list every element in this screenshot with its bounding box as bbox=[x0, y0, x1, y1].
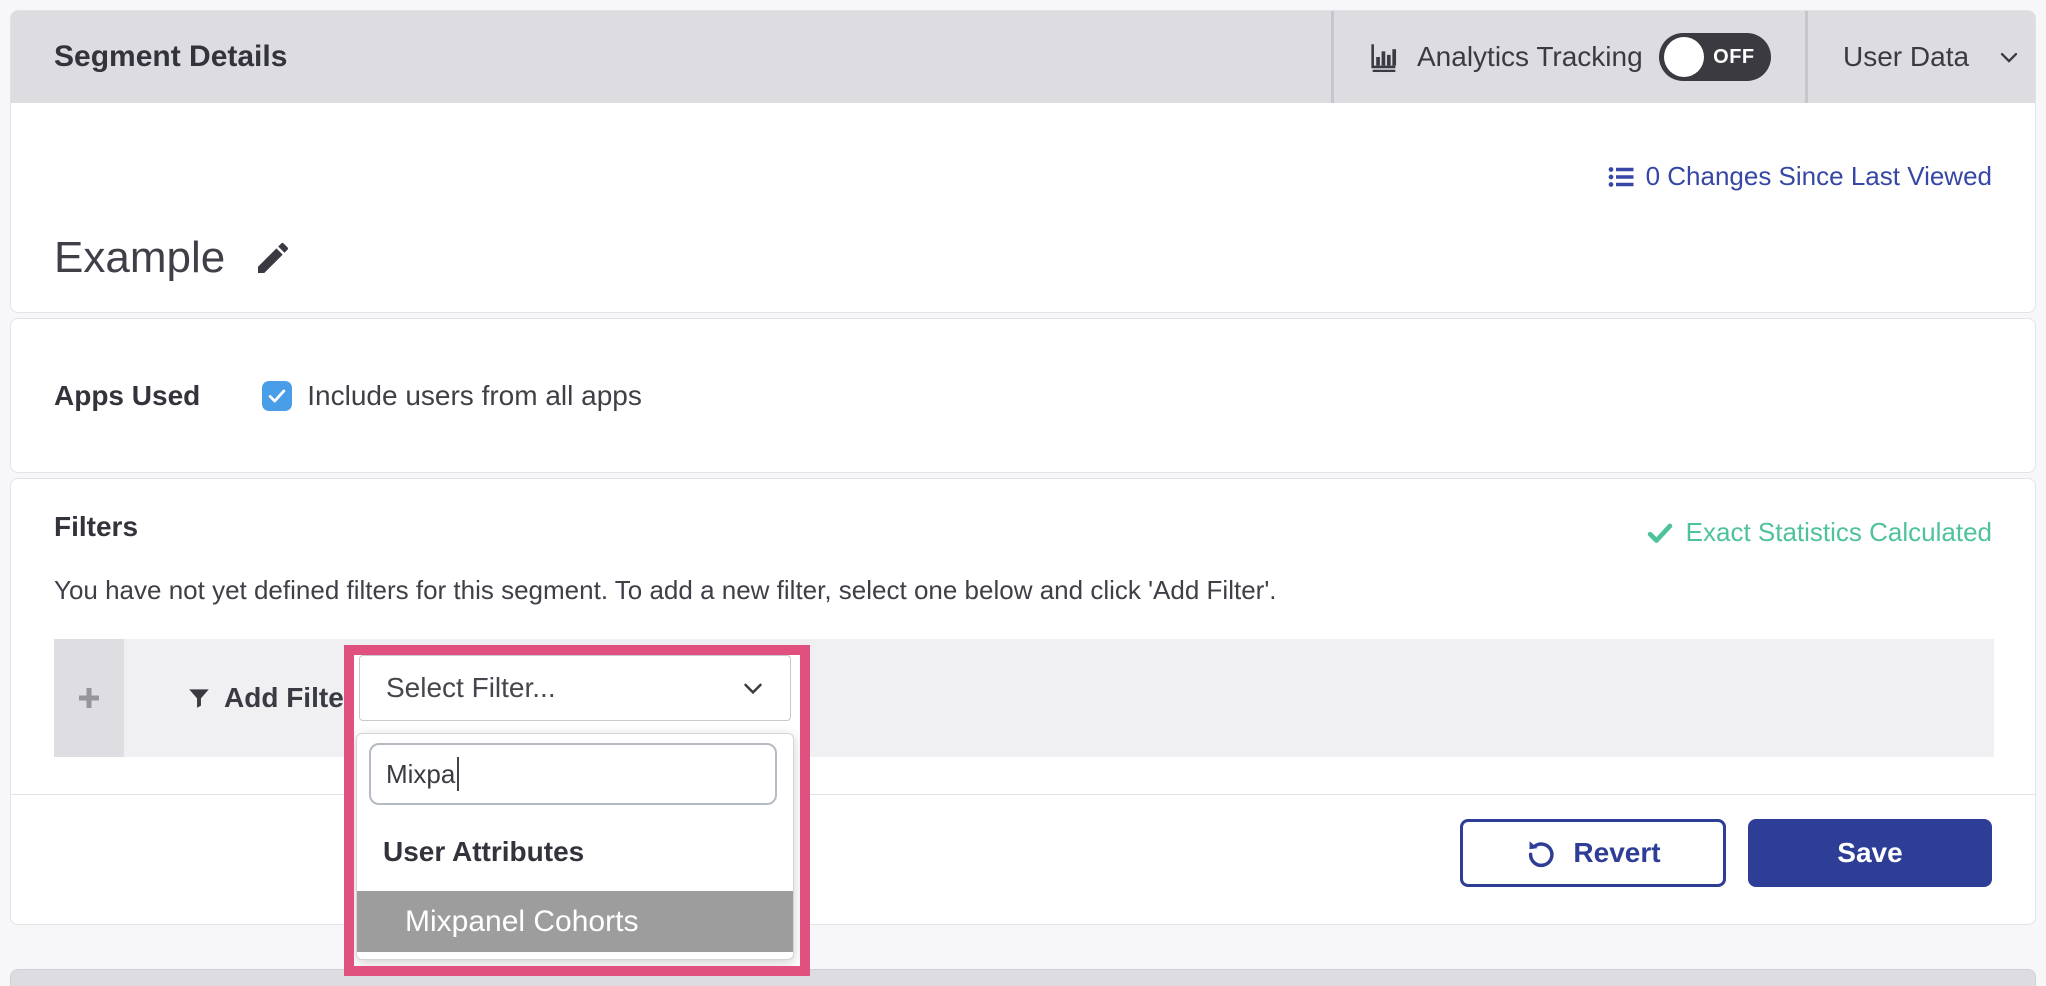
apps-used-row: Apps Used Include users from all apps bbox=[11, 319, 2035, 472]
page-title: Segment Details bbox=[54, 11, 287, 103]
segment-name-row: Example bbox=[54, 233, 293, 283]
filter-search-input[interactable]: Mixpa bbox=[369, 743, 777, 805]
dropdown-option-mixpanel-cohorts[interactable]: Mixpanel Cohorts bbox=[357, 891, 793, 952]
chevron-down-icon bbox=[738, 673, 768, 703]
user-data-label: User Data bbox=[1843, 41, 1969, 73]
segment-title-section: 0 Changes Since Last Viewed Example Tags bbox=[11, 103, 2035, 314]
header-divider bbox=[1331, 11, 1334, 103]
footer-divider bbox=[11, 794, 2035, 795]
revert-button[interactable]: Revert bbox=[1460, 819, 1726, 887]
changes-since-last-viewed-link[interactable]: 0 Changes Since Last Viewed bbox=[1606, 161, 1992, 192]
exact-statistics-label: Exact Statistics Calculated bbox=[1686, 517, 1992, 548]
apps-used-label: Apps Used bbox=[54, 380, 200, 412]
toggle-knob bbox=[1664, 37, 1704, 77]
select-filter-dropdown[interactable]: Select Filter... bbox=[359, 655, 791, 721]
bar-chart-icon bbox=[1367, 40, 1401, 74]
toggle-state-label: OFF bbox=[1713, 33, 1755, 81]
filters-heading: Filters bbox=[54, 511, 138, 543]
add-filter-label-group: Add Filter bbox=[186, 639, 355, 757]
next-section-header-bar bbox=[10, 969, 2036, 986]
filters-description: You have not yet defined filters for thi… bbox=[54, 575, 1277, 606]
filters-card: Filters Exact Statistics Calculated You … bbox=[10, 478, 2036, 925]
exact-statistics-status: Exact Statistics Calculated bbox=[1646, 517, 1992, 548]
footer-buttons: Revert Save bbox=[1460, 819, 1992, 887]
segment-name: Example bbox=[54, 233, 225, 283]
analytics-tracking-label: Analytics Tracking bbox=[1417, 41, 1643, 73]
analytics-tracking-group: Analytics Tracking OFF bbox=[1367, 11, 1771, 103]
segment-details-card: Segment Details Analytics Tracking OFF U… bbox=[10, 10, 2036, 313]
funnel-icon bbox=[186, 685, 212, 711]
revert-icon bbox=[1525, 837, 1557, 869]
changes-link-label: 0 Changes Since Last Viewed bbox=[1646, 161, 1992, 192]
analytics-tracking-toggle[interactable]: OFF bbox=[1659, 33, 1771, 81]
filter-search-value: Mixpa bbox=[386, 759, 455, 790]
save-button-label: Save bbox=[1837, 837, 1902, 869]
check-icon bbox=[1646, 519, 1674, 547]
include-all-apps-label: Include users from all apps bbox=[307, 380, 642, 412]
list-icon bbox=[1606, 162, 1636, 192]
page-header-bar: Segment Details Analytics Tracking OFF U… bbox=[11, 11, 2035, 103]
filter-dropdown-panel: Mixpa User Attributes Mixpanel Cohorts bbox=[356, 733, 794, 960]
plus-icon bbox=[74, 683, 104, 713]
chevron-down-icon bbox=[1995, 43, 2023, 71]
include-all-apps-checkbox[interactable] bbox=[262, 381, 292, 411]
edit-pencil-icon[interactable] bbox=[253, 238, 293, 278]
save-button[interactable]: Save bbox=[1748, 819, 1992, 887]
user-data-dropdown[interactable]: User Data bbox=[1843, 11, 2023, 103]
revert-button-label: Revert bbox=[1573, 837, 1660, 869]
add-filter-plus-button[interactable] bbox=[54, 639, 124, 757]
select-filter-placeholder: Select Filter... bbox=[386, 672, 738, 704]
apps-used-card: Apps Used Include users from all apps bbox=[10, 318, 2036, 473]
dropdown-group-header: User Attributes bbox=[383, 836, 584, 868]
add-filter-label: Add Filter bbox=[224, 682, 355, 714]
add-filter-row: Add Filter bbox=[54, 639, 1994, 757]
text-cursor bbox=[457, 757, 459, 791]
header-divider bbox=[1805, 11, 1808, 103]
